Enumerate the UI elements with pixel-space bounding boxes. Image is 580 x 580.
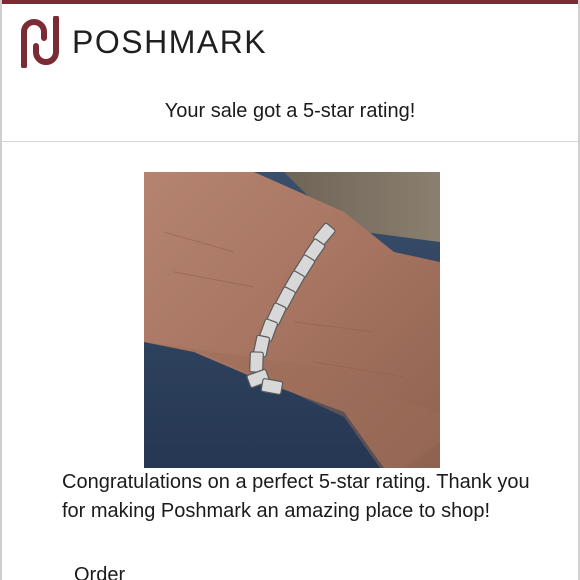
email-subject: Your sale got a 5-star rating! xyxy=(164,100,416,122)
rating-message: Congratulations on a perfect 5-star rati… xyxy=(62,471,530,522)
email-frame: POSHMARK Your sale got a 5-star rating! xyxy=(0,0,580,580)
bracelet-on-wrist-photo xyxy=(144,172,440,468)
order-section-label: Order xyxy=(74,564,126,580)
email-header: POSHMARK xyxy=(18,16,267,68)
brand-wordmark[interactable]: POSHMARK xyxy=(72,24,267,61)
poshmark-logo-icon xyxy=(21,16,59,68)
top-accent-bar xyxy=(2,0,578,4)
header-divider xyxy=(2,141,578,142)
product-image[interactable] xyxy=(144,172,440,468)
